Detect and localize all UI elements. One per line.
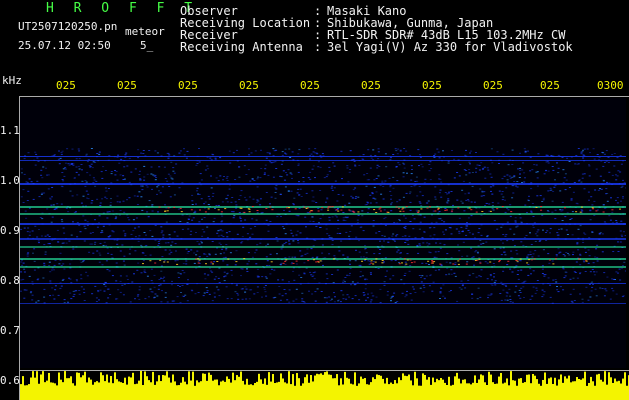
file-name: UT2507120250.pn [18,20,118,33]
x-tick-label: 025 [361,79,381,92]
spectrogram-plot [20,98,626,368]
file-datetime: 25.07.12 02:50 [18,39,111,52]
top-axis-line [20,96,629,97]
x-tick-label: 025 [178,79,198,92]
info-key-antenna: Receiving Antenna [180,40,303,54]
x-tick-label: 025 [56,79,76,92]
x-tick-label: 025 [117,79,137,92]
x-tick-label: 025 [300,79,320,92]
y-tick-label: 0.8 [0,274,20,287]
x-tick-label: 025 [540,79,560,92]
info-sep: : [314,40,322,54]
x-tick-label: 025 [239,79,259,92]
x-tick-label: 0300 [597,79,624,92]
x-tick-label: 025 [483,79,503,92]
spectrogram-window: H R O F F T UT2507120250.pn meteor 25.07… [0,0,629,400]
signal-level-bars [20,371,629,400]
y-tick-label: 1.0 [0,174,20,187]
y-axis-unit: kHz [2,74,22,87]
file-mode: meteor [125,25,165,38]
y-tick-label: 0.7 [0,324,20,337]
y-tick-label: 1.1 [0,124,20,137]
x-tick-label: 025 [422,79,442,92]
app-brand: H R O F F T [46,1,199,16]
file-interval: 5_ [140,39,154,52]
info-value-antenna: 3el Yagi(V) Az 330 for Vladivostok [327,40,573,54]
y-tick-label: 0.6 [0,374,20,387]
y-tick-label: 0.9 [0,224,20,237]
